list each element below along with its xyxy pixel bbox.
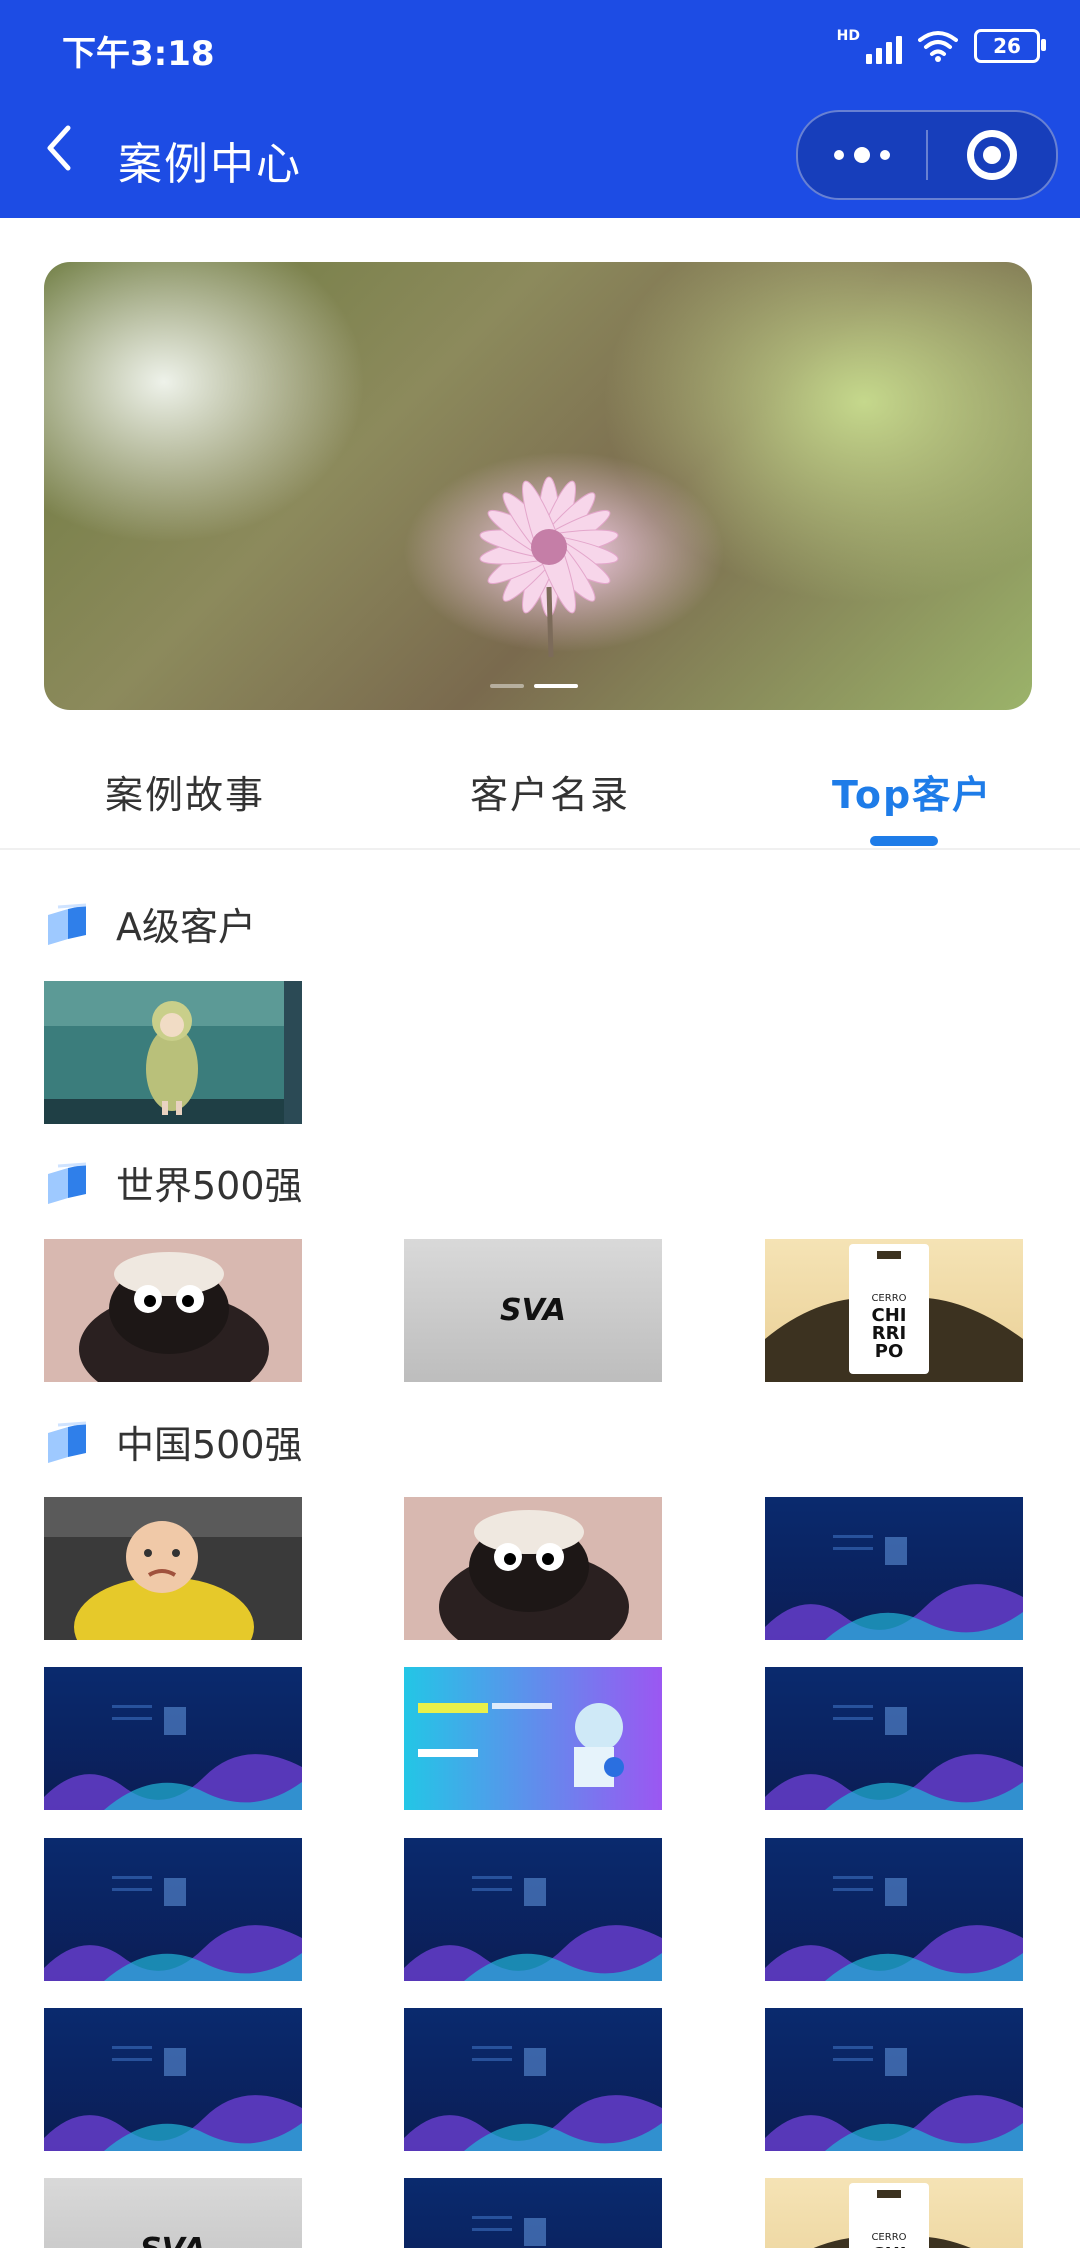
customer-thumbnail[interactable] — [44, 2008, 302, 2151]
banner-carousel[interactable] — [44, 262, 1032, 710]
section-title-text: A级客户 — [116, 905, 256, 949]
target-icon — [967, 130, 1017, 180]
customer-thumbnail[interactable] — [765, 2008, 1023, 2151]
customer-thumbnail-sva[interactable] — [404, 1239, 662, 1382]
customer-thumbnail[interactable] — [765, 1497, 1023, 1640]
cube-icon — [48, 1162, 87, 1204]
cube-icon — [48, 903, 87, 945]
carousel-dot[interactable] — [490, 684, 524, 688]
carousel-indicator — [490, 684, 578, 688]
section-title-fortune-500: 世界500强 — [44, 1155, 303, 1210]
customer-thumbnail-cerro-chirripo[interactable] — [765, 1239, 1023, 1382]
customer-thumbnail-cerro-chirripo[interactable] — [765, 2178, 1023, 2248]
section-title-text: 中国500强 — [116, 1423, 303, 1467]
app-header: 下午3:18 HD 26 案例中心 — [0, 0, 1080, 218]
customer-thumbnail[interactable] — [765, 1667, 1023, 1810]
customer-thumbnail[interactable] — [404, 1497, 662, 1640]
customer-thumbnail[interactable] — [44, 1239, 302, 1382]
tab-customer-directory[interactable]: 客户名录 — [470, 764, 630, 819]
more-button[interactable] — [798, 112, 926, 198]
back-button[interactable] — [42, 124, 76, 171]
section-title-text: 世界500强 — [116, 1164, 303, 1208]
miniprogram-capsule — [796, 110, 1058, 200]
customer-thumbnail[interactable] — [404, 2178, 662, 2248]
customer-thumbnail[interactable] — [765, 1838, 1023, 1981]
tab-case-stories[interactable]: 案例故事 — [105, 764, 265, 819]
customer-thumbnail[interactable] — [44, 1497, 302, 1640]
customer-thumbnail[interactable] — [44, 1838, 302, 1981]
chevron-left-icon — [47, 125, 71, 171]
more-icon — [834, 150, 844, 160]
active-tab-indicator — [870, 836, 938, 846]
customer-thumbnail[interactable] — [404, 2008, 662, 2151]
tab-top-customers[interactable]: Top客户 — [832, 764, 992, 819]
section-title-china-500: 中国500强 — [44, 1414, 303, 1469]
status-time: 下午3:18 — [62, 34, 215, 74]
page-title: 案例中心 — [118, 139, 302, 190]
category-tabs: 案例故事 客户名录 Top客户 — [0, 712, 1080, 850]
customer-thumbnail[interactable] — [44, 981, 302, 1124]
wifi-icon — [918, 31, 958, 62]
close-miniprogram-button[interactable] — [928, 112, 1056, 198]
status-icons: HD 26 — [837, 28, 1046, 64]
network-type: HD — [836, 28, 860, 44]
section-title-a-level: A级客户 — [44, 896, 256, 951]
customer-thumbnail-sva[interactable] — [44, 2178, 302, 2248]
flower-image — [479, 476, 619, 657]
customer-thumbnail[interactable] — [44, 1667, 302, 1810]
battery-level: 26 — [993, 34, 1021, 58]
battery-icon: 26 — [974, 29, 1046, 63]
cube-icon — [48, 1421, 87, 1463]
carousel-dot-active[interactable] — [534, 684, 578, 688]
signal-icon: HD — [837, 28, 902, 64]
customer-thumbnail[interactable] — [404, 1667, 662, 1810]
customer-thumbnail[interactable] — [404, 1838, 662, 1981]
